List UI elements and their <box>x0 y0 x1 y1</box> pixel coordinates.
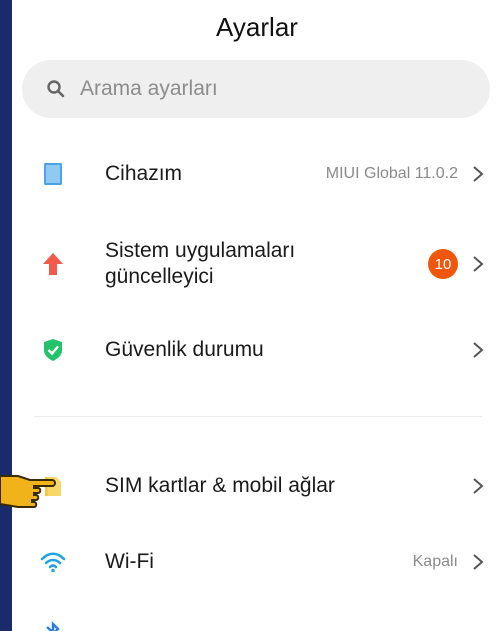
wifi-label: Wi-Fi <box>105 550 154 573</box>
settings-item-wifi[interactable]: Wi-Fi Kapalı <box>12 532 502 592</box>
chevron-right-icon <box>473 256 484 272</box>
settings-screen: Ayarlar Cihazım MIUI Global 11.0.2 Siste… <box>12 0 502 631</box>
tablet-icon <box>40 161 66 187</box>
miui-version-value: MIUI Global 11.0.2 <box>325 165 458 182</box>
system-app-updater-label: Sistem uygulamaları güncelleyici <box>105 239 296 288</box>
section-divider <box>34 416 482 417</box>
settings-item-security-status[interactable]: Güvenlik durumu <box>12 320 502 380</box>
security-status-label: Güvenlik durumu <box>105 338 264 361</box>
page-title: Ayarlar <box>216 12 298 42</box>
search-icon <box>47 80 65 98</box>
search-bar[interactable] <box>22 60 490 118</box>
search-input[interactable] <box>78 76 462 102</box>
shield-check-icon <box>40 337 66 363</box>
update-count-badge: 10 <box>428 249 458 279</box>
wifi-icon <box>40 549 66 575</box>
settings-item-my-device[interactable]: Cihazım MIUI Global 11.0.2 <box>12 144 502 204</box>
sim-cards-label: SIM kartlar & mobil ağlar <box>105 474 335 497</box>
wifi-status-value: Kapalı <box>412 553 458 570</box>
chevron-right-icon <box>473 554 484 570</box>
arrow-up-icon <box>40 251 66 277</box>
chevron-right-icon <box>473 478 484 494</box>
chevron-right-icon <box>473 342 484 358</box>
settings-item-sim-cards[interactable]: SIM kartlar & mobil ağlar <box>12 456 502 516</box>
my-device-label: Cihazım <box>105 162 183 185</box>
settings-item-system-app-updater[interactable]: Sistem uygulamaları güncelleyici 10 <box>12 232 502 296</box>
settings-item-bluetooth[interactable] <box>12 612 502 631</box>
chevron-right-icon <box>473 166 484 182</box>
bluetooth-icon <box>40 620 66 631</box>
pointing-hand-icon <box>0 475 56 508</box>
